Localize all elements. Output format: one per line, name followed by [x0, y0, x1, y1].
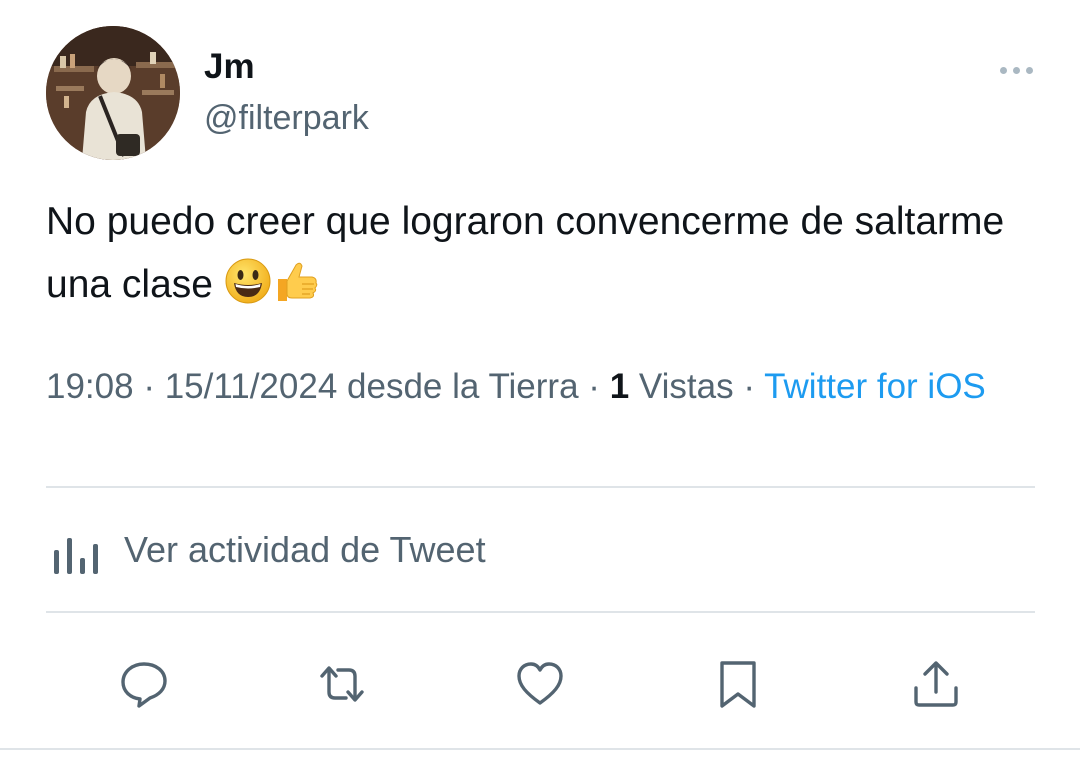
more-options-button[interactable] — [992, 56, 1040, 84]
smiling-face-emoji — [224, 257, 272, 305]
tweet-text: No puedo creer que lograron convencerme … — [46, 190, 1036, 316]
reply-icon — [121, 662, 167, 708]
tweet-activity-button[interactable]: Ver actividad de Tweet — [46, 520, 646, 580]
analytics-icon — [54, 538, 98, 574]
meta-separator: · — [743, 367, 755, 406]
bookmark-button[interactable] — [710, 656, 766, 712]
avatar[interactable] — [46, 26, 180, 160]
thumbs-up-emoji — [272, 257, 320, 305]
share-button[interactable] — [908, 656, 964, 712]
tweet-location: desde la Tierra — [347, 367, 579, 406]
tweet-date[interactable]: 15/11/2024 — [165, 367, 338, 406]
divider — [46, 486, 1035, 488]
tweet-source-link[interactable]: Twitter for iOS — [764, 367, 986, 406]
display-name[interactable]: Jm — [204, 44, 255, 90]
retweet-button[interactable] — [314, 656, 370, 712]
views-count: 1 — [609, 367, 630, 406]
divider — [0, 748, 1080, 750]
more-icon — [1012, 66, 1020, 74]
avatar-photo — [46, 26, 180, 160]
more-icon — [999, 66, 1007, 74]
like-icon — [517, 662, 563, 705]
share-icon — [914, 661, 958, 707]
meta-separator: · — [588, 367, 600, 406]
retweet-icon — [320, 666, 364, 702]
tweet-text-content: No puedo creer que lograron convencerme … — [46, 200, 1005, 306]
reply-button[interactable] — [116, 656, 172, 712]
divider — [46, 611, 1035, 613]
views-label: Vistas — [638, 367, 734, 406]
more-icon — [1025, 66, 1033, 74]
tweet-meta: 19:08 · 15/11/2024 desde la Tierra · 1 V… — [46, 362, 1036, 411]
tweet-time[interactable]: 19:08 — [46, 367, 134, 406]
tweet-activity-label: Ver actividad de Tweet — [124, 529, 486, 570]
like-button[interactable] — [512, 656, 568, 712]
meta-separator: · — [143, 367, 155, 406]
user-handle[interactable]: @filterpark — [204, 96, 369, 140]
bookmark-icon — [720, 661, 756, 708]
